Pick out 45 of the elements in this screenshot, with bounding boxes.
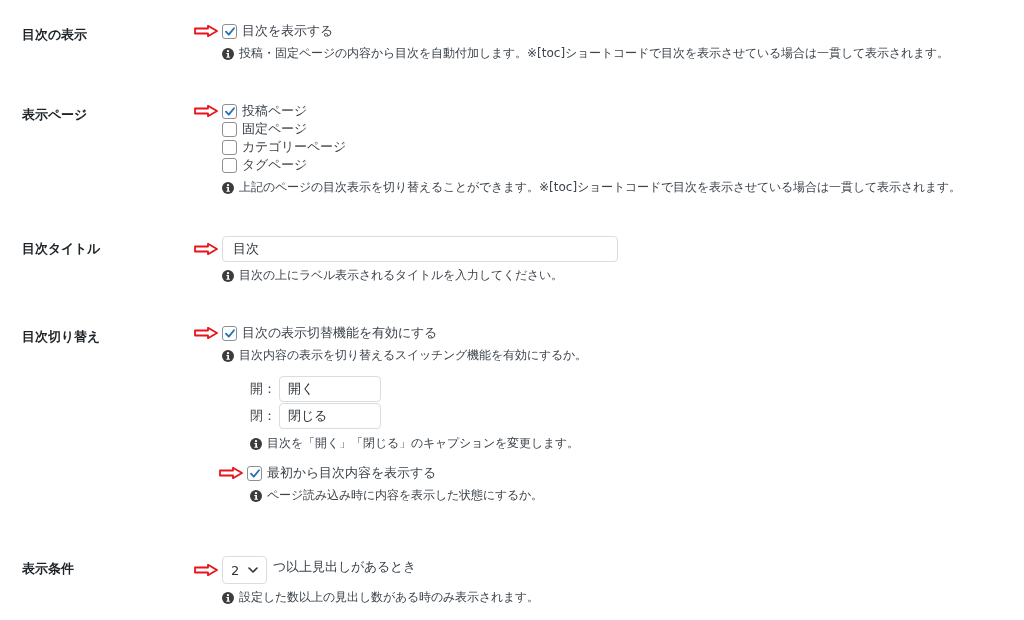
info-icon [222, 349, 234, 362]
checkbox[interactable] [222, 103, 237, 119]
section-label: 目次切り替え [22, 328, 101, 346]
field-label: 開： [250, 380, 277, 398]
section-label: 目次の表示 [22, 26, 88, 44]
check-icon [224, 106, 235, 116]
check-icon [249, 468, 260, 478]
info-icon [222, 181, 234, 194]
help-text: 目次を「開く」「閉じる」のキャプションを変更します。 [267, 435, 579, 452]
info-icon [222, 591, 234, 604]
check-icon [224, 26, 235, 36]
checkbox-label: カテゴリーページ [242, 138, 346, 156]
checkbox[interactable] [222, 325, 237, 341]
checkbox-label: 固定ページ [242, 120, 307, 138]
number-select[interactable]: 2 [222, 556, 267, 584]
help-text: 投稿・固定ページの内容から目次を自動付加します。※[toc]ショートコードで目次を表示させている場合は一貫して表示されます。 [239, 45, 950, 62]
section-label: 目次タイトル [22, 240, 101, 258]
checkbox-label: 最初から目次内容を表示する [267, 464, 436, 482]
help-text: 設定した数以上の見出し数がある時のみ表示されます。 [239, 589, 539, 606]
checkbox-label: 投稿ページ [242, 102, 307, 120]
help-text: ページ読み込み時に内容を表示した状態にするか。 [267, 487, 543, 504]
help-text: 目次の上にラベル表示されるタイトルを入力してください。 [239, 267, 563, 284]
help-text: 上記のページの目次表示を切り替えることができます。※[toc]ショートコードで目次を表示させている場合は一貫して表示されます。 [239, 179, 962, 196]
checkbox-label: 目次を表示する [242, 22, 333, 40]
title-input[interactable]: 目次 [222, 236, 618, 262]
checkbox-label: タグページ [242, 156, 307, 174]
checkbox[interactable] [222, 23, 237, 39]
chevron-down-icon [248, 567, 258, 573]
checkbox-label: 目次の表示切替機能を有効にする [242, 324, 437, 342]
checkbox[interactable] [222, 121, 237, 137]
caption-input[interactable]: 閉じる [279, 403, 381, 429]
section-label: 表示条件 [22, 560, 75, 578]
select-suffix: つ以上見出しがあるとき [273, 558, 416, 576]
info-icon [222, 47, 234, 60]
checkbox[interactable] [247, 465, 262, 481]
info-icon [250, 437, 262, 450]
info-icon [250, 489, 262, 502]
checkbox[interactable] [222, 139, 237, 155]
field-label: 閉： [250, 407, 277, 425]
checkbox[interactable] [222, 157, 237, 173]
section-label: 表示ページ [22, 106, 88, 124]
help-text: 目次内容の表示を切り替えるスイッチング機能を有効にするか。 [239, 347, 587, 364]
check-icon [224, 328, 235, 338]
caption-input[interactable]: 開く [279, 376, 381, 402]
info-icon [222, 269, 234, 282]
